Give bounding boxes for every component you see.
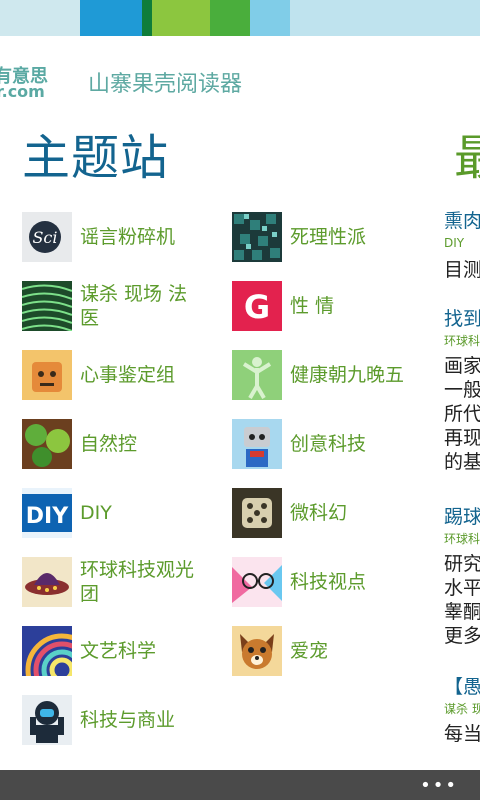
svg-text:G: G [244,288,270,326]
article-title[interactable]: 熏肉 [444,206,480,233]
next-section-title-peek[interactable]: 最 [454,118,480,188]
topic-label: 科技视点 [290,571,367,593]
robot-icon [232,419,282,469]
topic-item-health[interactable]: 健康朝九晚五 [232,350,410,400]
topic-item-pets[interactable]: 爱宠 [232,626,410,676]
dice-icon [232,488,282,538]
topic-label: 性 情 [290,295,335,317]
topic-item-creative-tech[interactable]: 创意科技 [232,419,410,469]
topic-label: 爱宠 [290,640,329,662]
section-title: 主题站 [22,130,170,186]
diy-icon: DIY [22,488,72,538]
article-snippet: 画家 [444,355,480,377]
ufo-icon [22,557,72,607]
article-snippet: 的基 [444,451,480,473]
topic-label: 微科幻 [290,502,348,524]
app-logo: 有意思 r.com [0,62,56,102]
article-category: DIY [444,236,465,250]
topic-label: DIY [80,502,112,524]
article-category: 环球科 [444,532,480,546]
swirl-icon [22,626,72,676]
article-title[interactable]: 【愚 [444,672,480,699]
topic-item-murder-forensics[interactable]: 谋杀 现场 法医 [22,281,200,331]
sci-icon: Sci [22,212,72,262]
topic-item-nature[interactable]: 自然控 [22,419,200,469]
topic-item-tech-business[interactable]: 科技与商业 [22,695,200,745]
fingerprint-icon [22,281,72,331]
topic-label: 文艺科学 [80,640,157,662]
topic-label: 谋杀 现场 法医 [80,283,188,329]
astronaut-icon [22,695,72,745]
article-snippet: 一般 [444,379,480,401]
article-snippet: 所代 [444,403,480,425]
article-snippet: 研究 [444,553,480,575]
article-snippet: 再现 [444,427,480,449]
article-title[interactable]: 踢球 [444,502,480,529]
dog-icon [232,626,282,676]
face-icon [22,350,72,400]
topic-item-arts-science[interactable]: 文艺科学 [22,626,200,676]
topic-item-micro-scifi[interactable]: 微科幻 [232,488,410,538]
topic-label: 环球科技观光团 [80,559,195,605]
figure-icon [232,350,282,400]
topic-item-global-tech-tour[interactable]: 环球科技观光团 [22,557,200,607]
cubes-icon [232,212,282,262]
topic-item-tech-view[interactable]: 科技视点 [232,557,410,607]
logo-text-2: r.com [0,82,45,101]
svg-text:Sci: Sci [32,228,57,247]
topic-item-sex-love[interactable]: G 性 情 [232,281,410,331]
app-bar: ••• [0,770,480,800]
glasses-icon [232,557,282,607]
article-snippet: 目测 [444,259,480,281]
more-options-button[interactable]: ••• [420,775,458,796]
article-snippet: 水平 [444,577,480,599]
article-snippet: 每当 [444,723,480,745]
topic-label: 谣言粉碎机 [80,226,176,248]
article-snippet: 睾酮 [444,601,480,623]
article-category: 环球科 [444,334,480,348]
topic-item-diy[interactable]: DIY DIY [22,488,200,538]
article-snippet: 更多 [444,625,480,647]
g-icon: G [232,281,282,331]
topic-label: 健康朝九晚五 [290,364,405,386]
topic-label: 死理性派 [290,226,367,248]
topic-item-mind-identify[interactable]: 心事鉴定组 [22,350,200,400]
trees-icon [22,419,72,469]
app-header: 有意思 r.com 山寨果壳阅读器 [0,36,480,116]
topic-label: 科技与商业 [80,709,176,731]
app-title: 山寨果壳阅读器 [88,72,243,97]
svg-text:DIY: DIY [26,504,69,529]
topic-label: 创意科技 [290,433,367,455]
top-banner [0,0,480,36]
topic-label: 心事鉴定组 [80,364,176,386]
article-title[interactable]: 找到 [444,304,480,331]
article-category: 谋杀 现 [444,702,480,716]
topic-label: 自然控 [80,433,138,455]
topic-item-rationalist[interactable]: 死理性派 [232,212,410,262]
topic-item-rumor-crusher[interactable]: Sci 谣言粉碎机 [22,212,200,262]
